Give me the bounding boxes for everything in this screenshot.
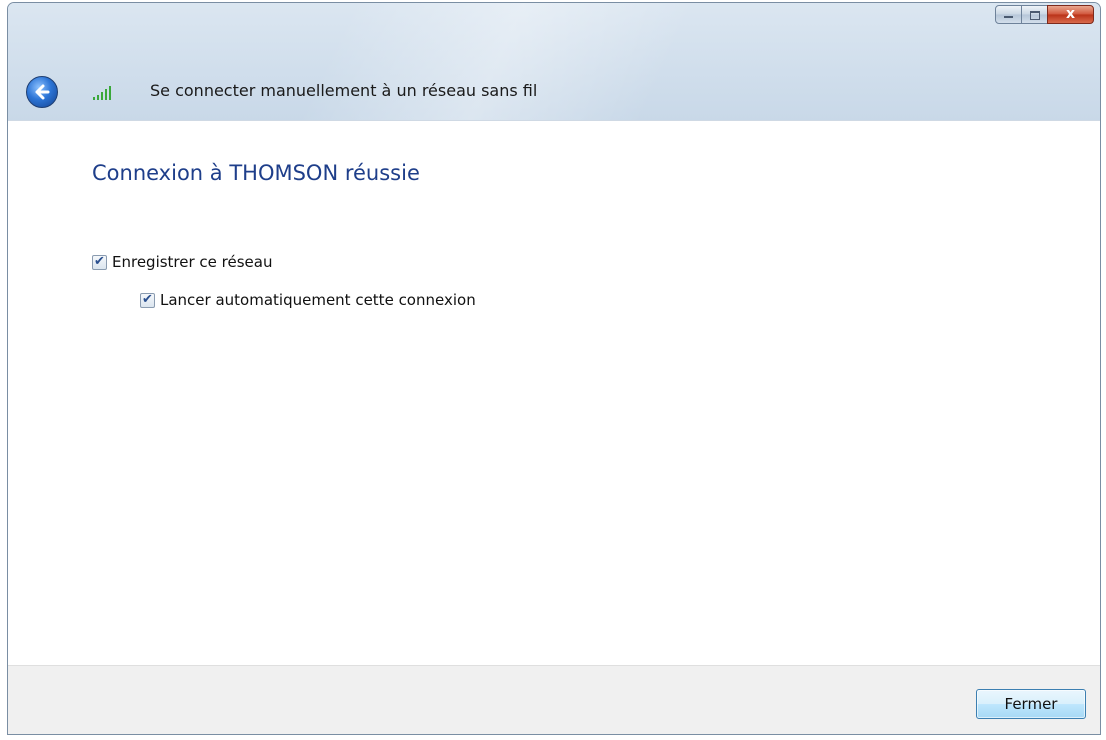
wireless-connection-dialog: x Se connecter manuellement à un réseau … [7, 2, 1101, 735]
caption-buttons: x [995, 5, 1094, 25]
close-window-button[interactable]: x [1047, 5, 1094, 24]
dialog-footer: Fermer [8, 665, 1100, 734]
content-area: Connexion à THOMSON réussie ✔ Enregistre… [8, 120, 1100, 665]
navigation-bar: Se connecter manuellement à un réseau sa… [8, 71, 1100, 115]
maximize-button[interactable] [1021, 5, 1048, 24]
back-button[interactable] [26, 76, 58, 108]
checkmark-icon: ✔ [94, 253, 105, 269]
auto-connect-checkbox[interactable]: ✔ [140, 291, 155, 308]
save-network-option[interactable]: ✔ Enregistrer ce réseau [92, 253, 273, 271]
minimize-button[interactable] [995, 5, 1022, 24]
wireless-signal-icon [93, 86, 111, 100]
save-network-checkbox[interactable]: ✔ [92, 253, 107, 270]
close-button[interactable]: Fermer [976, 689, 1086, 719]
title-bar: x Se connecter manuellement à un réseau … [8, 3, 1100, 123]
auto-connect-label: Lancer automatiquement cette connexion [160, 291, 476, 309]
dialog-title: Se connecter manuellement à un réseau sa… [150, 81, 538, 100]
save-network-label: Enregistrer ce réseau [112, 253, 273, 271]
checkmark-icon: ✔ [142, 291, 153, 307]
page-heading: Connexion à THOMSON réussie [92, 161, 420, 185]
close-icon: x [1065, 6, 1076, 22]
auto-connect-option[interactable]: ✔ Lancer automatiquement cette connexion [140, 291, 476, 309]
back-arrow-icon [35, 84, 50, 100]
